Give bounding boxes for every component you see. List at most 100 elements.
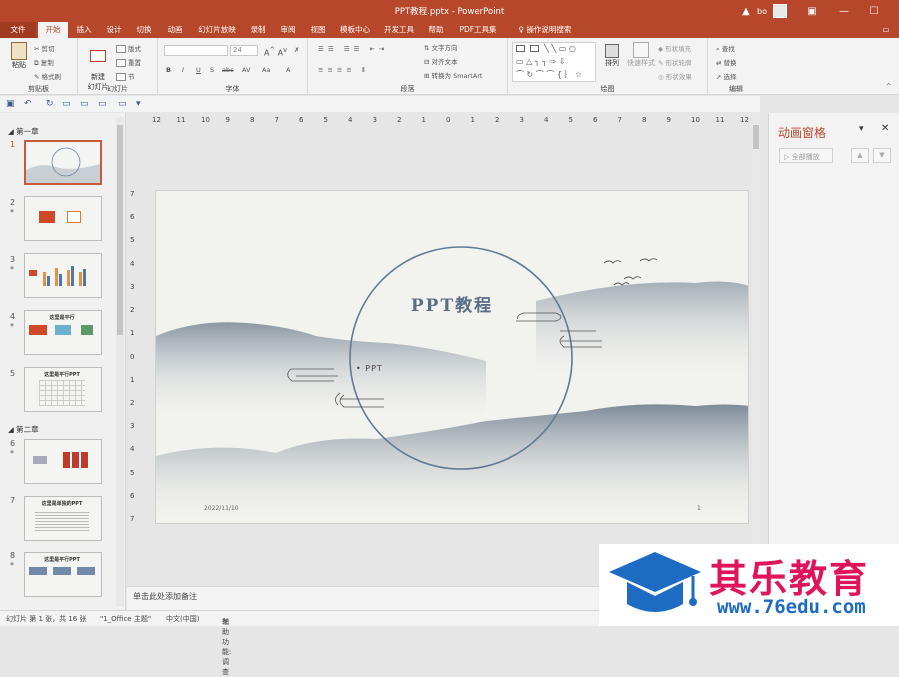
tell-me-search[interactable]: ♀ 操作说明搜索 [510,22,580,38]
textbox-shape-icon[interactable] [516,45,525,52]
scroll-thumb[interactable] [753,125,759,149]
tab-help[interactable]: 帮助 [424,22,448,38]
redo-icon[interactable]: ↻ [46,99,54,109]
section-header[interactable]: ◢ 第一章 [8,126,39,137]
thumbnail-slide-2[interactable] [24,196,102,241]
thumbnail-slide-1[interactable] [24,140,102,185]
align-text-button[interactable]: ⊟ 对齐文本 [424,56,458,66]
slide-canvas[interactable]: PPT教程 • PPT 2022/11/10 1 [155,190,749,524]
cut-button[interactable]: ✂ 剪切 [34,43,55,53]
font-name-dropdown[interactable] [164,45,228,56]
slide-scrollbar[interactable] [752,113,760,586]
arrange-button[interactable]: 排列 [600,44,624,68]
strikethrough-button[interactable]: abc [222,66,234,74]
thumbnail-slide-3[interactable] [24,253,102,298]
thumb-8-block [53,567,71,575]
slide-title[interactable]: PPT教程 [392,291,512,316]
thumbnail-slide-5[interactable]: 这里是平行PPT [24,367,102,412]
language-status[interactable]: 中文(中国) [166,614,199,624]
group-label-font: 字体 [225,85,240,93]
textbox-qat-icon[interactable]: ▭ [118,99,127,109]
user-name[interactable]: bo [757,7,767,16]
align-icons[interactable]: ≡≡≡≡ ⫴ [318,66,369,75]
thumbnail-scrollbar[interactable] [116,117,124,607]
reset-button[interactable]: 重置 [116,57,141,67]
underline-button[interactable]: U [196,66,201,74]
select-button[interactable]: ➚ 选择 [716,71,737,81]
watermark-brand: 其乐教育 [709,557,870,601]
close-pane-icon[interactable]: ✕ [881,123,889,134]
minimize-icon[interactable]: — [833,6,855,17]
tab-pdf-tools[interactable]: PDF工具集 [454,22,502,38]
italic-button[interactable]: I [182,66,184,74]
close-icon[interactable]: ✕ [893,6,899,17]
layout-button[interactable]: 版式 [116,43,141,53]
comments-icon[interactable]: ▭ [876,22,896,38]
slide-date[interactable]: 2022/11/10 [204,505,239,512]
slide-page-number[interactable]: 1 [697,505,701,512]
format-painter-button[interactable]: ✎ 格式刷 [34,71,61,81]
undo-icon[interactable]: ↶ [24,99,32,109]
tab-template-center[interactable]: 模板中心 [336,22,374,38]
title-right-controls: ▲ bo ▣ — ☐ ✕ [735,0,899,22]
tab-review[interactable]: 审阅 [276,22,300,38]
bold-button[interactable]: B [166,66,171,74]
tab-insert[interactable]: 插入 [72,22,96,38]
character-spacing-icon[interactable]: AV [242,66,250,74]
tab-record[interactable]: 录制 [246,22,270,38]
shadow-button[interactable]: S [210,66,214,74]
tab-animations[interactable]: 动画 [162,22,188,38]
shape-fill-button[interactable]: ◆ 形状填充 [658,43,691,53]
text-direction-button[interactable]: ⇅ 文字方向 [424,42,458,52]
thumbnail-slide-4[interactable]: 这里是平行 [24,310,102,355]
tab-home[interactable]: 开始 [38,22,68,38]
section-header[interactable]: ◢ 第二章 [8,424,39,435]
thumb-5-title: 这里是平行PPT [44,372,80,378]
quick-styles-button[interactable]: 快速样式 [624,42,658,68]
slide-subtitle[interactable]: • PPT [356,364,383,373]
play-all-button[interactable]: ▷ 全部播放 [779,148,833,163]
copy-button[interactable]: ⧉ 复制 [34,57,54,68]
shape-outline-button[interactable]: ✎ 形状轮廓 [658,57,692,67]
tab-view[interactable]: 视图 [306,22,330,38]
grow-font-button[interactable]: A^ Av [264,46,287,58]
new-slide-qat-icon[interactable]: ▭ [80,99,89,109]
save-icon[interactable]: ▣ [6,99,15,109]
font-size-dropdown[interactable]: 24 [230,45,258,56]
find-button[interactable]: ⌕ 查找 [716,43,735,54]
image-icon[interactable]: ▭ [98,99,107,109]
textbox-vert-shape-icon[interactable] [530,45,539,52]
paste-button[interactable]: 粘贴 [6,42,32,70]
change-case-button[interactable]: Aa [262,66,270,74]
ribbon-display-icon[interactable]: ▣ [801,6,823,17]
thumbnail-slide-8[interactable]: 这里是平行PPT [24,552,102,597]
line-shape-icon[interactable]: ╲ ╲ ▭ ○ [544,44,576,53]
avatar[interactable] [772,4,787,18]
move-down-button[interactable]: ▼ [873,148,891,163]
triangle-shape-icon[interactable]: ▭ △ ┐ ┐ ⇨ ⇩ [516,57,565,66]
move-up-button[interactable]: ▲ [851,148,869,163]
clear-format-icon[interactable]: ✗ [294,46,299,54]
tab-slideshow[interactable]: 幻灯片放映 [194,22,240,38]
customize-qat-icon[interactable]: ▾ [136,99,141,109]
thumbnail-slide-7[interactable]: 这里是单独的PPT [24,496,102,541]
font-color-button[interactable]: A [286,66,290,74]
shape-effects-button[interactable]: ◎ 形状效果 [658,71,692,81]
slide-count-status[interactable]: 幻灯片 第 1 张，共 16 张 [6,614,87,624]
tab-design[interactable]: 设计 [102,22,126,38]
smartart-button[interactable]: ⊞ 转换为 SmartArt [424,70,482,80]
thumbnail-slide-6[interactable] [24,439,102,484]
maximize-icon[interactable]: ☐ [863,6,885,17]
misc-shapes-icon[interactable]: ⌒ ↻ ⌒ ⌒ { ｝ ☆ [516,69,582,80]
warning-icon[interactable]: ▲ [735,6,757,17]
collapse-ribbon-icon[interactable]: ^ [886,82,891,90]
present-icon[interactable]: ▭ [62,99,71,109]
tab-developer[interactable]: 开发工具 [380,22,418,38]
tab-transitions[interactable]: 切换 [132,22,156,38]
bullets-icon[interactable]: ☰☰ ☰☰ ⇤⇥ [318,45,388,53]
tab-file[interactable]: 文件 [0,22,36,38]
scroll-thumb[interactable] [117,125,123,335]
pane-options-icon[interactable]: ▾ [859,124,864,134]
replace-button[interactable]: ⇄ 替换 [716,57,737,67]
section-button[interactable]: 节 [116,71,135,81]
